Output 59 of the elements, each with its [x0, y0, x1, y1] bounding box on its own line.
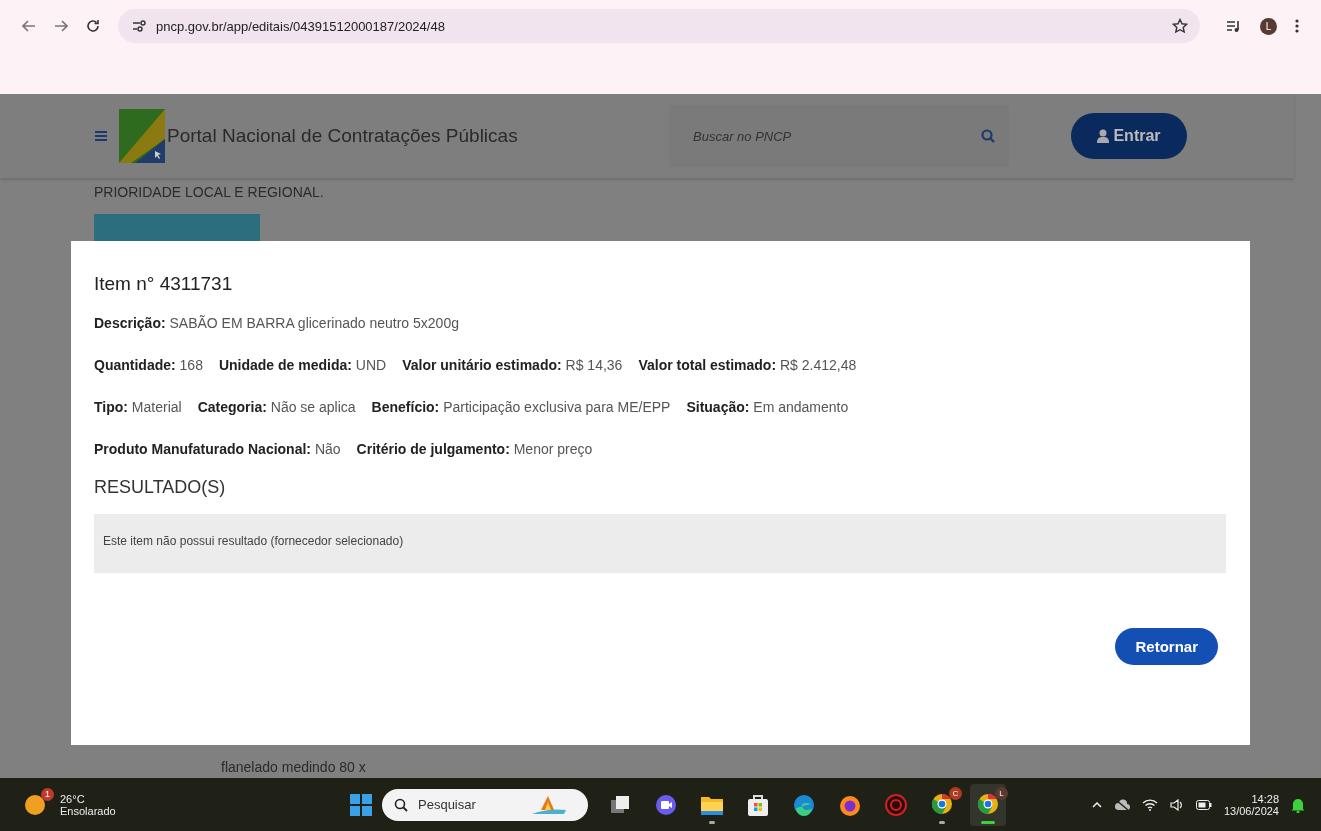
site-settings-icon[interactable] [132, 20, 146, 32]
taskbar-app[interactable]: L [970, 783, 1006, 826]
taskbar-app[interactable]: C [924, 783, 960, 826]
start-icon[interactable] [350, 793, 372, 816]
video-chat-icon [655, 793, 677, 816]
notification-badge: 1 [41, 787, 54, 801]
taskbar-search-field[interactable]: Pesquisar [382, 788, 588, 821]
speaker-icon[interactable] [1169, 798, 1184, 811]
logo-icon [119, 109, 165, 163]
ring-emblem-icon [885, 793, 907, 816]
battery-icon[interactable] [1195, 799, 1212, 810]
profile-badge: C [949, 786, 962, 800]
menu-icon[interactable] [1295, 19, 1299, 33]
field-text: Quantidade: 168 [94, 357, 203, 373]
search-bar[interactable]: Buscar no PNCP [669, 105, 1009, 167]
field-text: Valor unitário estimado: R$ 14,36 [402, 357, 623, 373]
login-button[interactable]: Entrar [1071, 113, 1187, 159]
cloud-off-icon[interactable] [1113, 798, 1130, 811]
field-text: Benefício: Participação exclusiva para ME/EPP [371, 399, 671, 415]
temperature-text: 26°C [60, 792, 86, 805]
media-queue-icon[interactable] [1226, 19, 1242, 33]
field-text: Produto Manufaturado Nacional: Não [94, 441, 341, 457]
back-icon[interactable] [22, 19, 36, 33]
background-text: PRIORIDADE LOCAL E REGIONAL. [94, 184, 324, 200]
field-text: Valor total estimado: R$ 2.412,48 [638, 357, 857, 373]
profile-avatar[interactable]: L [1260, 17, 1277, 35]
field-text: Critério de julgamento: Menor preço [356, 441, 593, 457]
wifi-icon[interactable] [1141, 798, 1158, 811]
clock-date[interactable]: 13/06/2024 [1223, 804, 1279, 817]
address-bar[interactable]: pncp.gov.br/app/editais/04391512000187/2024/48 [118, 9, 1200, 43]
field-text: Tipo: Material [94, 399, 182, 415]
section-title: RESULTADO(S) [94, 477, 227, 498]
field-text: Categoria: Não se aplica [197, 399, 356, 415]
chevron-up-icon[interactable] [1091, 801, 1102, 808]
reload-icon[interactable] [86, 19, 100, 33]
url-text: pncp.gov.br/app/editais/04391512000187/2024/48 [156, 18, 446, 34]
bookmark-star-icon[interactable] [1172, 18, 1188, 34]
browser-swirl-icon [793, 793, 815, 816]
site-title: Portal Nacional de Contratações Públicas [167, 125, 519, 147]
clock-time[interactable]: 14:28 [1251, 792, 1279, 805]
search-icon[interactable] [981, 129, 995, 143]
profile-badge: L [995, 786, 1008, 800]
taskbar-search-input[interactable]: Pesquisar [416, 796, 520, 813]
field-text: Situação: Em andamento [686, 399, 849, 415]
search-icon [394, 797, 408, 812]
bell-icon[interactable] [1291, 796, 1305, 813]
field-text: Unidade de medida: UND [218, 357, 387, 373]
user-icon [1097, 129, 1110, 143]
sun-icon [24, 793, 46, 816]
forward-icon[interactable] [54, 19, 68, 33]
background-text: flanelado medindo 80 x [221, 759, 367, 775]
store-bag-icon [748, 793, 768, 816]
search-input[interactable]: Buscar no PNCP [691, 127, 981, 145]
dialog-title: Item n° 4311731 [94, 273, 234, 295]
field-text: Descrição: SABÃO EM BARRA glicerinado neutro 5x200g [94, 315, 459, 331]
return-button[interactable]: Retornar [1115, 628, 1218, 665]
result-note: Este item não possui resultado (fornecedor selecionado) [94, 514, 1226, 573]
weather-condition-text: Ensolarado [60, 804, 116, 817]
folder-icon [701, 794, 723, 815]
